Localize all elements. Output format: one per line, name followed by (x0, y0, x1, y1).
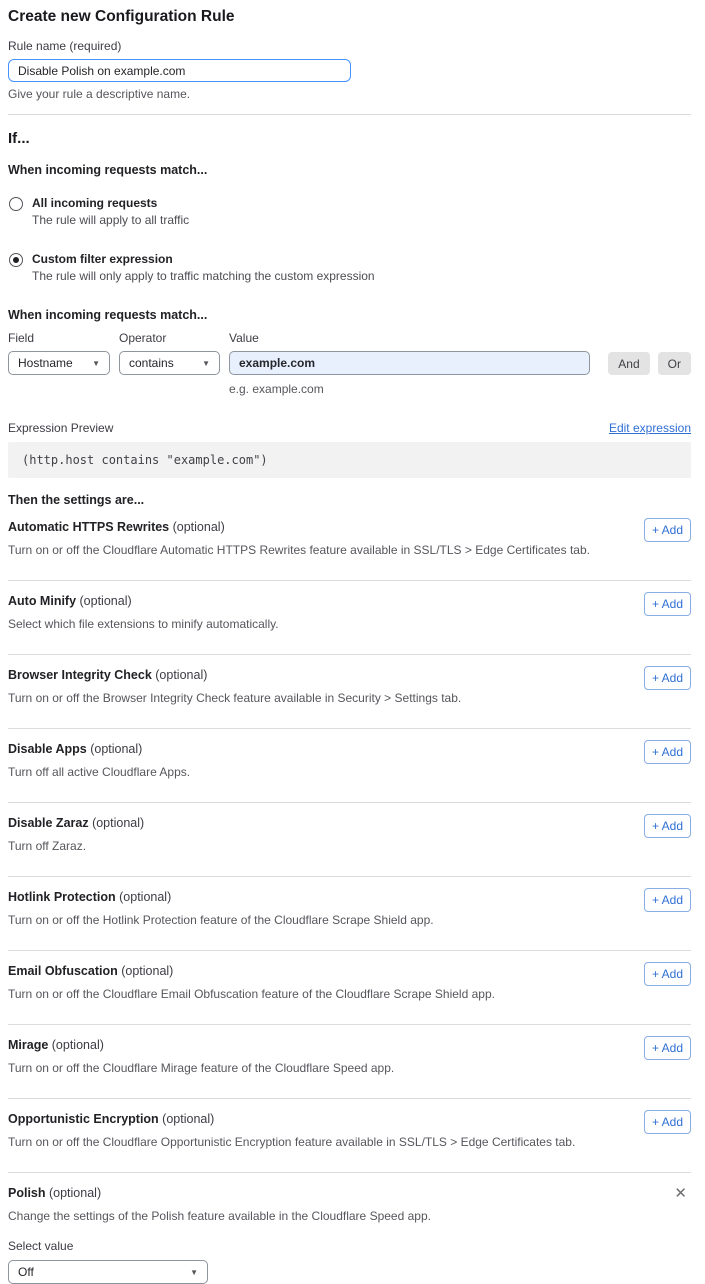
add-button[interactable]: + Add (644, 518, 691, 542)
add-button[interactable]: + Add (644, 1110, 691, 1134)
field-select[interactable]: Hostname ▼ (8, 351, 110, 375)
radio-unselected-icon[interactable] (9, 197, 23, 211)
radio-description: The rule will apply to all traffic (32, 213, 189, 227)
setting-row-email-obfuscation: Email Obfuscation (optional) Turn on or … (8, 951, 691, 1025)
setting-description: Change the settings of the Polish featur… (8, 1209, 691, 1223)
optional-suffix: (optional) (118, 964, 174, 978)
setting-description: Turn on or off the Browser Integrity Che… (8, 691, 691, 705)
edit-expression-link[interactable]: Edit expression (609, 421, 691, 435)
operator-label: Operator (119, 331, 220, 345)
setting-title: Disable Zaraz (optional) (8, 816, 691, 830)
chevron-down-icon: ▼ (92, 359, 100, 368)
setting-title: Automatic HTTPS Rewrites (optional) (8, 520, 691, 534)
divider (8, 114, 691, 115)
setting-title: Opportunistic Encryption (optional) (8, 1112, 691, 1126)
field-select-value: Hostname (18, 356, 73, 370)
add-button[interactable]: + Add (644, 814, 691, 838)
optional-suffix: (optional) (89, 816, 145, 830)
setting-description: Turn on or off the Cloudflare Opportunis… (8, 1135, 691, 1149)
setting-row-browser-integrity-check: Browser Integrity Check (optional) Turn … (8, 655, 691, 729)
setting-row-polish-expanded: Polish (optional) ✕ Change the settings … (8, 1173, 691, 1284)
radio-option-custom-filter-expression[interactable]: Custom filter expression The rule will o… (8, 252, 691, 283)
value-helper: e.g. example.com (229, 382, 590, 396)
rule-name-input[interactable] (8, 59, 351, 82)
optional-suffix: (optional) (169, 520, 225, 534)
setting-title: Browser Integrity Check (optional) (8, 668, 691, 682)
setting-description: Turn on or off the Hotlink Protection fe… (8, 913, 691, 927)
incoming-requests-radio-group: All incoming requests The rule will appl… (8, 196, 691, 283)
create-configuration-rule-form: Create new Configuration Rule Rule name … (0, 0, 705, 1284)
rule-name-helper: Give your rule a descriptive name. (8, 87, 691, 101)
radio-label: All incoming requests (32, 196, 189, 210)
setting-description: Select which file extensions to minify a… (8, 617, 691, 631)
setting-title: Mirage (optional) (8, 1038, 691, 1052)
expression-preview-label: Expression Preview (8, 421, 113, 435)
polish-value-select[interactable]: Off ▼ (8, 1260, 208, 1284)
optional-suffix: (optional) (48, 1038, 104, 1052)
setting-title: Disable Apps (optional) (8, 742, 691, 756)
add-button[interactable]: + Add (644, 888, 691, 912)
setting-description: Turn on or off the Cloudflare Automatic … (8, 543, 691, 557)
optional-suffix: (optional) (76, 594, 132, 608)
add-button[interactable]: + Add (644, 962, 691, 986)
then-settings-heading: Then the settings are... (8, 493, 691, 507)
setting-description: Turn off Zaraz. (8, 839, 691, 853)
setting-title: Polish (optional) (8, 1186, 691, 1200)
setting-description: Turn on or off the Cloudflare Email Obfu… (8, 987, 691, 1001)
radio-description: The rule will only apply to traffic matc… (32, 269, 375, 283)
optional-suffix: (optional) (159, 1112, 215, 1126)
select-value-label: Select value (8, 1239, 691, 1253)
setting-row-automatic-https-rewrites: Automatic HTTPS Rewrites (optional) Turn… (8, 507, 691, 581)
rule-name-label: Rule name (required) (8, 39, 691, 53)
radio-label: Custom filter expression (32, 252, 375, 266)
setting-row-mirage: Mirage (optional) Turn on or off the Clo… (8, 1025, 691, 1099)
setting-title: Email Obfuscation (optional) (8, 964, 691, 978)
add-button[interactable]: + Add (644, 666, 691, 690)
radio-selected-icon[interactable] (9, 253, 23, 267)
optional-suffix: (optional) (116, 890, 172, 904)
and-button[interactable]: And (608, 352, 649, 375)
chevron-down-icon: ▼ (202, 359, 210, 368)
operator-select-value: contains (129, 356, 174, 370)
or-button[interactable]: Or (658, 352, 691, 375)
polish-select-value: Off (18, 1265, 34, 1279)
if-heading: If... (8, 130, 691, 147)
setting-title: Hotlink Protection (optional) (8, 890, 691, 904)
radio-option-all-incoming-requests[interactable]: All incoming requests The rule will appl… (8, 196, 691, 227)
setting-description: Turn off all active Cloudflare Apps. (8, 765, 691, 779)
value-label: Value (229, 331, 590, 345)
add-button[interactable]: + Add (644, 740, 691, 764)
if-subheading: When incoming requests match... (8, 163, 691, 177)
expression-preview-code: (http.host contains "example.com") (8, 442, 691, 478)
optional-suffix: (optional) (46, 1186, 102, 1200)
setting-title: Auto Minify (optional) (8, 594, 691, 608)
setting-description: Turn on or off the Cloudflare Mirage fea… (8, 1061, 691, 1075)
page-title: Create new Configuration Rule (8, 8, 691, 26)
value-input[interactable] (229, 351, 590, 375)
setting-row-auto-minify: Auto Minify (optional) Select which file… (8, 581, 691, 655)
matcher-row: Field Hostname ▼ Operator contains ▼ Val… (8, 331, 691, 396)
add-button[interactable]: + Add (644, 592, 691, 616)
add-button[interactable]: + Add (644, 1036, 691, 1060)
chevron-down-icon: ▼ (190, 1268, 198, 1277)
setting-row-disable-apps: Disable Apps (optional) Turn off all act… (8, 729, 691, 803)
setting-row-disable-zaraz: Disable Zaraz (optional) Turn off Zaraz.… (8, 803, 691, 877)
optional-suffix: (optional) (87, 742, 143, 756)
matcher-heading: When incoming requests match... (8, 308, 691, 322)
field-label: Field (8, 331, 110, 345)
setting-row-opportunistic-encryption: Opportunistic Encryption (optional) Turn… (8, 1099, 691, 1173)
close-icon[interactable]: ✕ (674, 1186, 687, 1201)
operator-select[interactable]: contains ▼ (119, 351, 220, 375)
optional-suffix: (optional) (152, 668, 208, 682)
setting-row-hotlink-protection: Hotlink Protection (optional) Turn on or… (8, 877, 691, 951)
